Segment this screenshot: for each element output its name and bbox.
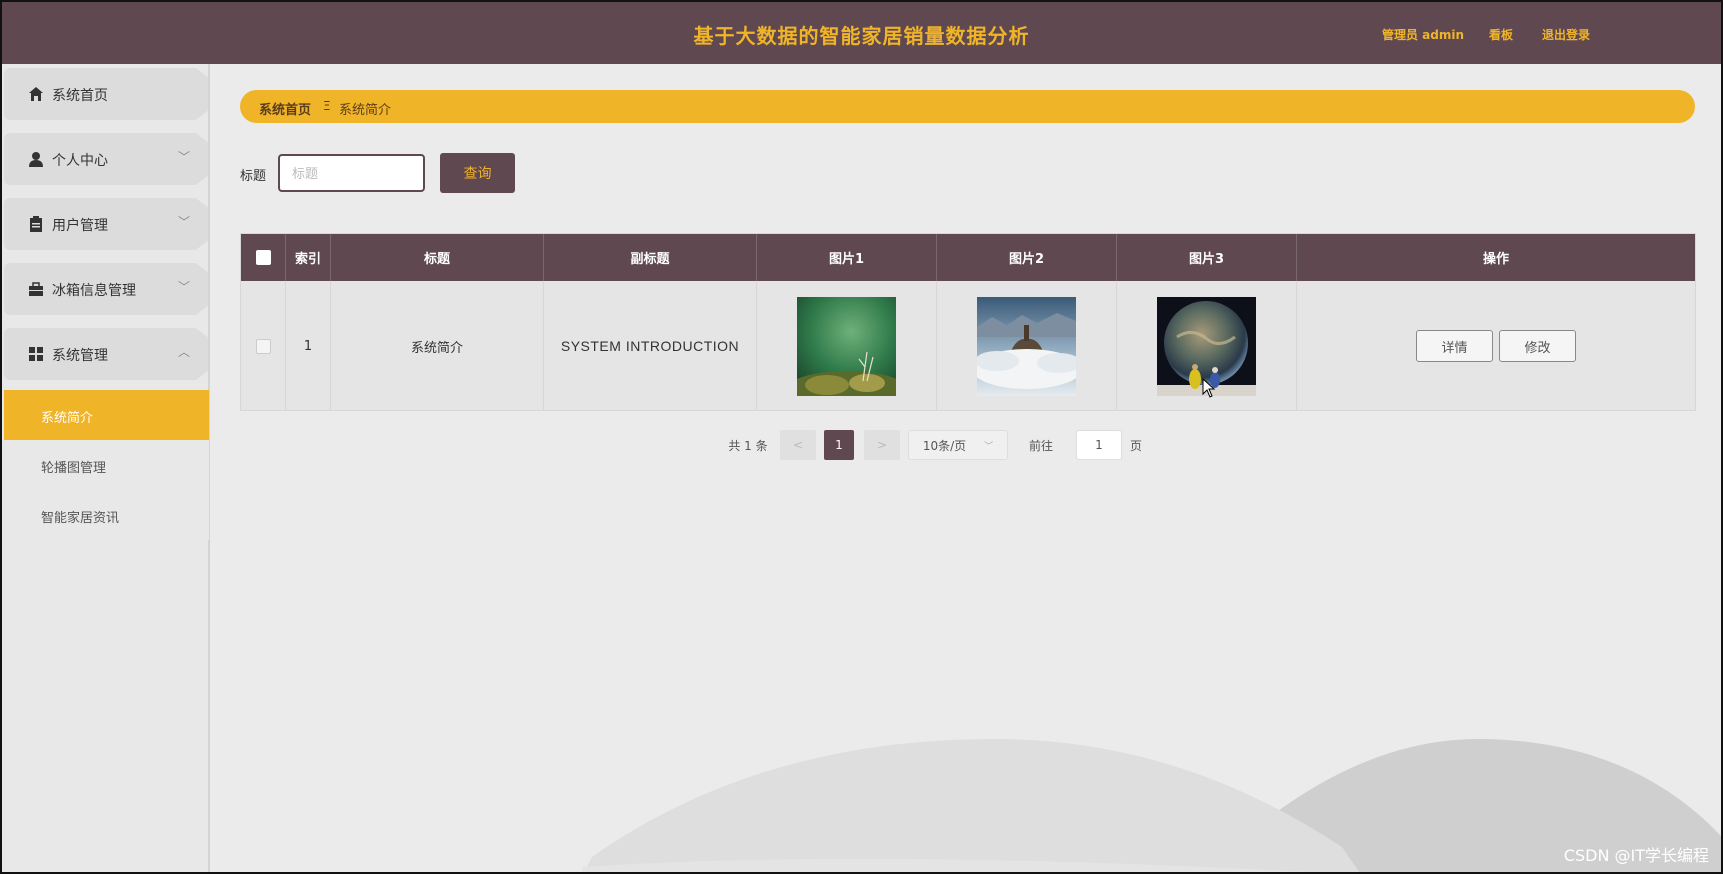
prev-page-button[interactable]: < — [780, 430, 816, 460]
app-window: 基于大数据的智能家居销量数据分析 管理员 admin 看板 退出登录 系统首页 … — [0, 0, 1723, 874]
column-header: 索引 — [286, 234, 331, 281]
index-cell: 1 — [286, 281, 331, 411]
submenu-item-system-intro[interactable]: 系统简介 — [4, 390, 209, 440]
goto-label: 前往 — [1028, 438, 1053, 453]
chevron-down-icon: ﹀ — [178, 280, 191, 294]
submenu-item-carousel[interactable]: 轮播图管理 — [4, 440, 209, 490]
sidebar-item-home[interactable]: 系统首页 — [2, 64, 210, 122]
column-header: 标题 — [331, 234, 544, 281]
page-unit-label: 页 — [1129, 438, 1142, 453]
next-page-button[interactable]: > — [864, 430, 900, 460]
sidebar-item-system-management[interactable]: 系统管理 ︿ — [2, 324, 210, 382]
chevron-down-icon: ﹀ — [178, 150, 191, 164]
top-header: 基于大数据的智能家居销量数据分析 管理员 admin 看板 退出登录 — [2, 2, 1721, 64]
sidebar-item-fridge-info[interactable]: 冰箱信息管理 ﹀ — [2, 259, 210, 317]
sidebar-item-label: 系统管理 — [52, 348, 108, 364]
edit-button[interactable]: 修改 — [1499, 330, 1576, 362]
image2-cell — [937, 281, 1117, 411]
logout-link[interactable]: 退出登录 — [1542, 26, 1590, 43]
clipboard-icon — [30, 216, 42, 232]
mouse-cursor-icon — [1202, 378, 1216, 398]
column-header: 图片2 — [937, 234, 1117, 281]
title-search-input[interactable] — [278, 154, 425, 192]
submenu-item-smart-home-news[interactable]: 智能家居资讯 — [4, 490, 209, 540]
home-icon — [29, 87, 43, 101]
dashboard-link[interactable]: 看板 — [1489, 26, 1513, 43]
title-cell: 系统简介 — [331, 281, 544, 411]
operations-cell: 详情 修改 — [1297, 281, 1695, 411]
chevron-down-icon: ﹀ — [178, 215, 191, 229]
row-select-cell — [241, 281, 286, 411]
sidebar-item-label: 冰箱信息管理 — [52, 283, 136, 299]
sidebar: 系统首页 个人中心 ﹀ 用户管理 ﹀ 冰箱信息管理 ﹀ 系统管理 ︿ 系统简介 … — [2, 64, 210, 872]
watermark: CSDN @IT学长编程 — [1563, 846, 1709, 865]
background-hills-decoration — [582, 738, 1721, 872]
image1-cell — [757, 281, 937, 411]
user-icon — [29, 152, 43, 167]
sidebar-item-label: 系统首页 — [52, 88, 108, 104]
row-checkbox[interactable] — [255, 338, 271, 354]
briefcase-icon — [29, 282, 43, 296]
column-header: 操作 — [1482, 252, 1509, 267]
breadcrumb-separator-icon: Ξ — [323, 99, 331, 113]
breadcrumb: 系统首页 Ξ 系统简介 — [240, 90, 1695, 123]
select-all-cell — [241, 234, 286, 281]
submenu-item-label: 智能家居资讯 — [41, 511, 120, 526]
column-header: 图片3 — [1117, 234, 1297, 281]
sidebar-item-personal-center[interactable]: 个人中心 ﹀ — [2, 129, 210, 187]
admin-user-label[interactable]: 管理员 admin — [1382, 26, 1464, 43]
chevron-up-icon: ︿ — [178, 345, 191, 359]
search-label: 标题 — [240, 169, 267, 184]
chevron-down-icon: ﹀ — [984, 441, 994, 452]
submenu-item-label: 轮播图管理 — [41, 461, 107, 476]
select-all-checkbox[interactable] — [255, 250, 271, 265]
data-table: 索引 标题 副标题 图片1 图片2 图片3 操作 1 系统简介 SYSTEM I… — [240, 233, 1696, 411]
goto-page-input[interactable]: 1 — [1076, 430, 1122, 460]
table-header: 索引 标题 副标题 图片1 图片2 图片3 操作 — [241, 234, 1695, 281]
column-header: 图片1 — [757, 234, 937, 281]
detail-button[interactable]: 详情 — [1416, 330, 1493, 362]
sidebar-item-label: 个人中心 — [52, 153, 108, 169]
query-button[interactable]: 查询 — [440, 153, 515, 193]
grid-icon — [29, 347, 43, 361]
page-size-select[interactable]: 10条/页 ﹀ — [908, 430, 1008, 460]
total-count: 共 1 条 — [728, 438, 768, 453]
page-size-value: 10条/页 — [922, 438, 967, 453]
submenu-item-label: 系统简介 — [41, 411, 94, 426]
sidebar-item-label: 用户管理 — [52, 218, 108, 234]
column-header: 副标题 — [544, 234, 757, 281]
breadcrumb-home[interactable]: 系统首页 — [259, 99, 311, 118]
page-number-button[interactable]: 1 — [824, 430, 854, 460]
subtitle-cell: SYSTEM INTRODUCTION — [544, 281, 757, 411]
sidebar-item-user-management[interactable]: 用户管理 ﹀ — [2, 194, 210, 252]
breadcrumb-current: 系统简介 — [339, 103, 392, 118]
green-moss-photo[interactable] — [797, 296, 896, 396]
cloud-castle-photo[interactable] — [977, 296, 1076, 396]
